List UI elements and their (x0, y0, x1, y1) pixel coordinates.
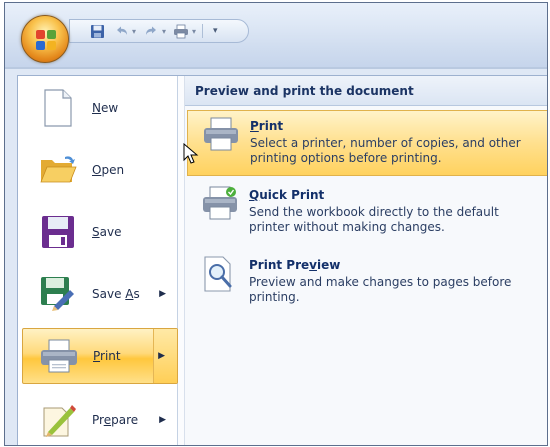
option-title: Print Preview (249, 258, 341, 272)
toolbar-divider (202, 24, 204, 38)
customize-toolbar-icon[interactable]: ▾ (213, 26, 218, 36)
quick-access-toolbar: ▾ ▾ ▾ ▾ (69, 19, 249, 43)
undo-icon[interactable] (112, 22, 130, 40)
option-quick-print[interactable]: Quick Print Send the workbook directly t… (187, 180, 547, 246)
print-preview-icon (197, 256, 243, 302)
submenu-arrow-icon: ▶ (158, 351, 165, 361)
submenu-arrow-icon: ▶ (159, 415, 166, 425)
mouse-cursor-icon (183, 143, 199, 164)
title-bar: ▾ ▾ ▾ ▾ (5, 3, 547, 69)
open-folder-icon (36, 148, 80, 192)
quick-print-icon (197, 186, 243, 232)
undo-dropdown-icon[interactable]: ▾ (132, 27, 136, 36)
menu-command-list: New Open Save Save As ▶ Print ▶ Prepare … (18, 76, 178, 445)
submenu-arrow-icon: ▶ (159, 289, 166, 299)
menu-item-label: Save (92, 225, 122, 239)
redo-dropdown-icon[interactable]: ▾ (162, 27, 166, 36)
menu-item-label: Print (93, 349, 121, 363)
save-disk-icon (36, 210, 80, 254)
panel-header: Preview and print the document (185, 76, 547, 106)
option-title: Print (250, 119, 284, 133)
menu-item-label: New (92, 101, 119, 115)
menu-item-prepare[interactable]: Prepare ▶ (22, 392, 178, 445)
menu-item-open[interactable]: Open (22, 142, 178, 198)
print-dropdown-icon[interactable]: ▾ (192, 27, 196, 36)
new-document-icon (36, 86, 80, 130)
menu-item-label: Prepare (92, 413, 139, 427)
menu-item-print[interactable]: Print ▶ (22, 328, 178, 384)
application-window: ▾ ▾ ▾ ▾ New Open Save Save As ▶ Print ▶ … (4, 2, 548, 446)
submenu-arrow-segment[interactable] (153, 329, 177, 383)
save-icon[interactable] (88, 22, 106, 40)
printer-icon (198, 117, 244, 163)
office-logo-icon (36, 30, 56, 50)
office-button[interactable] (21, 15, 69, 63)
printer-icon (37, 334, 81, 378)
option-print[interactable]: Print Select a printer, number of copies… (187, 110, 547, 176)
print-icon[interactable] (172, 22, 190, 40)
menu-item-label: Open (92, 163, 125, 177)
option-description: Select a printer, number of copies, and … (250, 136, 521, 165)
option-print-preview[interactable]: Print Preview Preview and make changes t… (187, 250, 547, 316)
option-title: Quick Print (249, 188, 325, 202)
save-as-icon (36, 272, 80, 316)
prepare-icon (36, 398, 80, 442)
redo-icon[interactable] (142, 22, 160, 40)
menu-item-save[interactable]: Save (22, 204, 178, 260)
menu-item-new[interactable]: New (22, 80, 178, 136)
print-submenu-panel: Preview and print the document Print Sel… (184, 76, 547, 445)
office-menu: New Open Save Save As ▶ Print ▶ Prepare … (17, 75, 547, 445)
menu-item-label: Save As (92, 287, 140, 301)
menu-item-save-as[interactable]: Save As ▶ (22, 266, 178, 322)
option-description: Send the workbook directly to the defaul… (249, 205, 499, 234)
option-description: Preview and make changes to pages before… (249, 275, 512, 304)
